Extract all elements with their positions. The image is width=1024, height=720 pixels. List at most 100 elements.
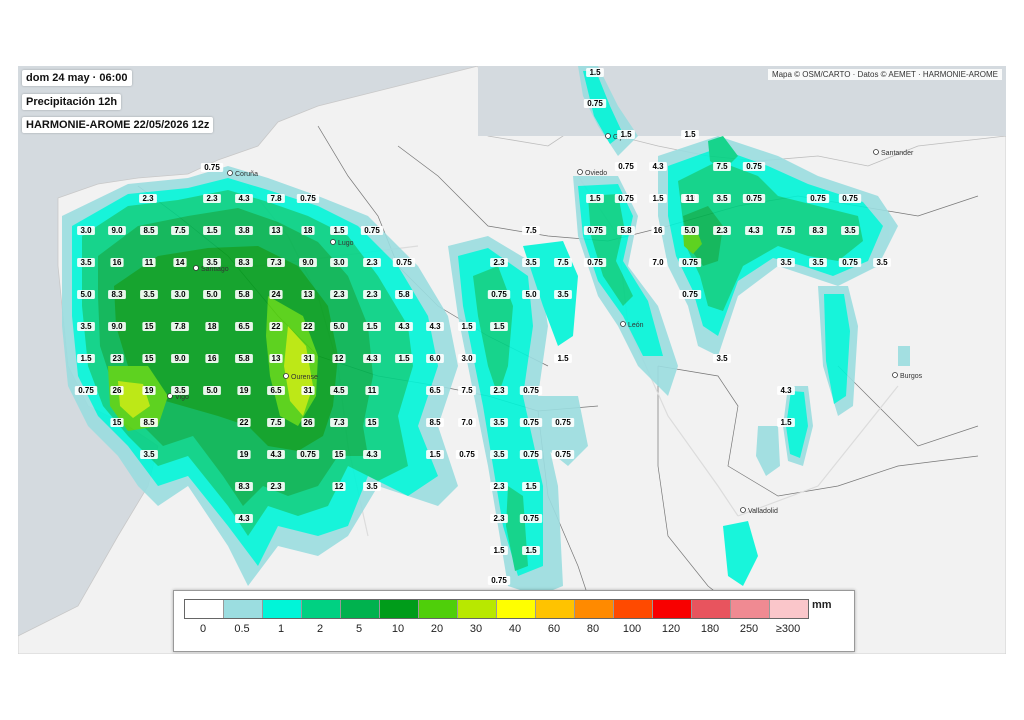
map-area[interactable]: CoruñaLugoSantiagoOurenseVigoGijónOviedo… bbox=[18, 66, 1006, 654]
city-name: Valladolid bbox=[748, 508, 778, 515]
precip-value-text: 3.0 bbox=[80, 226, 92, 235]
precip-value-label: 18 bbox=[301, 226, 315, 235]
precip-value-text: 6.0 bbox=[429, 354, 441, 363]
precip-value-text: 15 bbox=[368, 418, 377, 427]
precip-value-text: 5.0 bbox=[525, 290, 537, 299]
precip-value-text: 0.75 bbox=[682, 290, 698, 299]
precip-value-label: 7.3 bbox=[330, 418, 348, 427]
precip-value-text: 24 bbox=[272, 290, 281, 299]
map-attribution[interactable]: Mapa © OSM/CARTO · Datos © AEMET · HARMO… bbox=[767, 69, 1002, 80]
precip-value-label: 3.5 bbox=[140, 450, 158, 459]
precip-value-text: 15 bbox=[145, 322, 154, 331]
city-name: Santander bbox=[881, 150, 914, 157]
precip-value-label: 16 bbox=[110, 258, 124, 267]
precip-value-label: 0.75 bbox=[838, 194, 862, 203]
precip-value-text: 3.5 bbox=[493, 418, 505, 427]
precip-value-label: 15 bbox=[142, 322, 156, 331]
map-canvas[interactable]: CoruñaLugoSantiagoOurenseVigoGijónOviedo… bbox=[18, 66, 1006, 654]
precip-value-label: 15 bbox=[365, 418, 379, 427]
legend-tick: 120 bbox=[661, 623, 681, 635]
precip-value-label: 3.0 bbox=[171, 290, 189, 299]
legend-tick: 2 bbox=[316, 623, 324, 635]
legend-swatch bbox=[497, 600, 536, 618]
precip-value-text: 0.75 bbox=[842, 258, 858, 267]
precip-value-label: 9.0 bbox=[108, 322, 126, 331]
precip-value-label: 0.75 bbox=[455, 450, 479, 459]
precip-value-label: 7.0 bbox=[649, 258, 667, 267]
precip-value-text: 8.3 bbox=[238, 482, 250, 491]
color-legend: 0 0.5 1 2 5 10 20 30 40 60 80 100 120 180 250 ≥300 mm bbox=[173, 590, 855, 652]
legend-tick: 0 bbox=[199, 623, 207, 635]
precip-value-text: 3.5 bbox=[366, 482, 378, 491]
city-name: Ourense bbox=[291, 374, 318, 381]
precip-value-text: 0.75 bbox=[491, 576, 507, 585]
precip-value-text: 1.5 bbox=[525, 546, 537, 555]
precip-value-text: 19 bbox=[145, 386, 154, 395]
precip-value-label: 1.5 bbox=[203, 226, 221, 235]
precip-value-label: 1.5 bbox=[617, 130, 635, 139]
precip-value-text: 18 bbox=[208, 322, 217, 331]
precip-value-text: 2.3 bbox=[493, 514, 505, 523]
precip-value-text: 1.5 bbox=[493, 322, 505, 331]
precip-value-text: 3.5 bbox=[80, 322, 92, 331]
precip-value-label: 19 bbox=[237, 450, 251, 459]
precip-value-label: 5.0 bbox=[77, 290, 95, 299]
precip-value-label: 0.75 bbox=[838, 258, 862, 267]
precip-value-text: 1.5 bbox=[589, 68, 601, 77]
precip-value-text: 1.5 bbox=[620, 130, 632, 139]
precip-value-text: 0.75 bbox=[396, 258, 412, 267]
precip-value-text: 7.5 bbox=[174, 226, 186, 235]
precip-value-label: 0.75 bbox=[519, 418, 543, 427]
precip-value-text: 5.8 bbox=[238, 354, 250, 363]
precip-value-text: 1.5 bbox=[684, 130, 696, 139]
precip-value-label: 0.75 bbox=[296, 450, 320, 459]
precip-value-label: 22 bbox=[237, 418, 251, 427]
legend-swatch bbox=[575, 600, 614, 618]
precip-value-text: 2.3 bbox=[142, 194, 154, 203]
precip-value-text: 0.75 bbox=[555, 418, 571, 427]
legend-swatch bbox=[770, 600, 808, 618]
precip-value-text: 4.3 bbox=[366, 354, 378, 363]
precip-value-text: 15 bbox=[113, 418, 122, 427]
precip-value-label: 6.0 bbox=[426, 354, 444, 363]
precip-value-text: 7.5 bbox=[780, 226, 792, 235]
precip-value-label: 3.8 bbox=[235, 226, 253, 235]
legend-unit: mm bbox=[812, 599, 832, 611]
precip-value-label: 15 bbox=[332, 450, 346, 459]
precip-value-label: 5.0 bbox=[203, 386, 221, 395]
precip-value-label: 0.75 bbox=[583, 99, 607, 108]
precip-value-label: 9.0 bbox=[299, 258, 317, 267]
precip-value-label: 8.3 bbox=[235, 482, 253, 491]
legend-swatch bbox=[536, 600, 575, 618]
precip-value-label: 8.3 bbox=[108, 290, 126, 299]
precip-value-text: 9.0 bbox=[111, 226, 123, 235]
precip-value-label: 4.3 bbox=[395, 322, 413, 331]
precip-value-label: 7.5 bbox=[522, 226, 540, 235]
precip-value-label: 3.5 bbox=[77, 258, 95, 267]
precip-value-text: 1.5 bbox=[206, 226, 218, 235]
precip-value-text: 7.5 bbox=[716, 162, 728, 171]
precip-value-label: 0.75 bbox=[806, 194, 830, 203]
precip-value-label: 19 bbox=[142, 386, 156, 395]
precip-value-text: 4.3 bbox=[748, 226, 760, 235]
precip-value-label: 4.3 bbox=[745, 226, 763, 235]
precip-value-text: 11 bbox=[686, 194, 695, 203]
precip-value-text: 0.75 bbox=[523, 450, 539, 459]
precip-value-label: 0.75 bbox=[392, 258, 416, 267]
precip-value-text: 3.5 bbox=[716, 354, 728, 363]
precip-value-label: 3.0 bbox=[458, 354, 476, 363]
precip-value-text: 15 bbox=[145, 354, 154, 363]
precip-value-label: 0.75 bbox=[487, 290, 511, 299]
precip-value-text: 6.5 bbox=[270, 386, 282, 395]
precip-value-label: 0.75 bbox=[678, 258, 702, 267]
precip-value-label: 8.5 bbox=[140, 418, 158, 427]
legend-swatch bbox=[653, 600, 692, 618]
legend-swatch bbox=[614, 600, 653, 618]
precip-value-text: 2.3 bbox=[366, 290, 378, 299]
precip-value-text: 4.3 bbox=[398, 322, 410, 331]
precip-value-text: 4.3 bbox=[270, 450, 282, 459]
precip-value-text: 7.5 bbox=[525, 226, 537, 235]
precip-value-label: 1.5 bbox=[586, 194, 604, 203]
precip-value-label: 2.3 bbox=[490, 386, 508, 395]
precip-value-text: 31 bbox=[304, 354, 313, 363]
